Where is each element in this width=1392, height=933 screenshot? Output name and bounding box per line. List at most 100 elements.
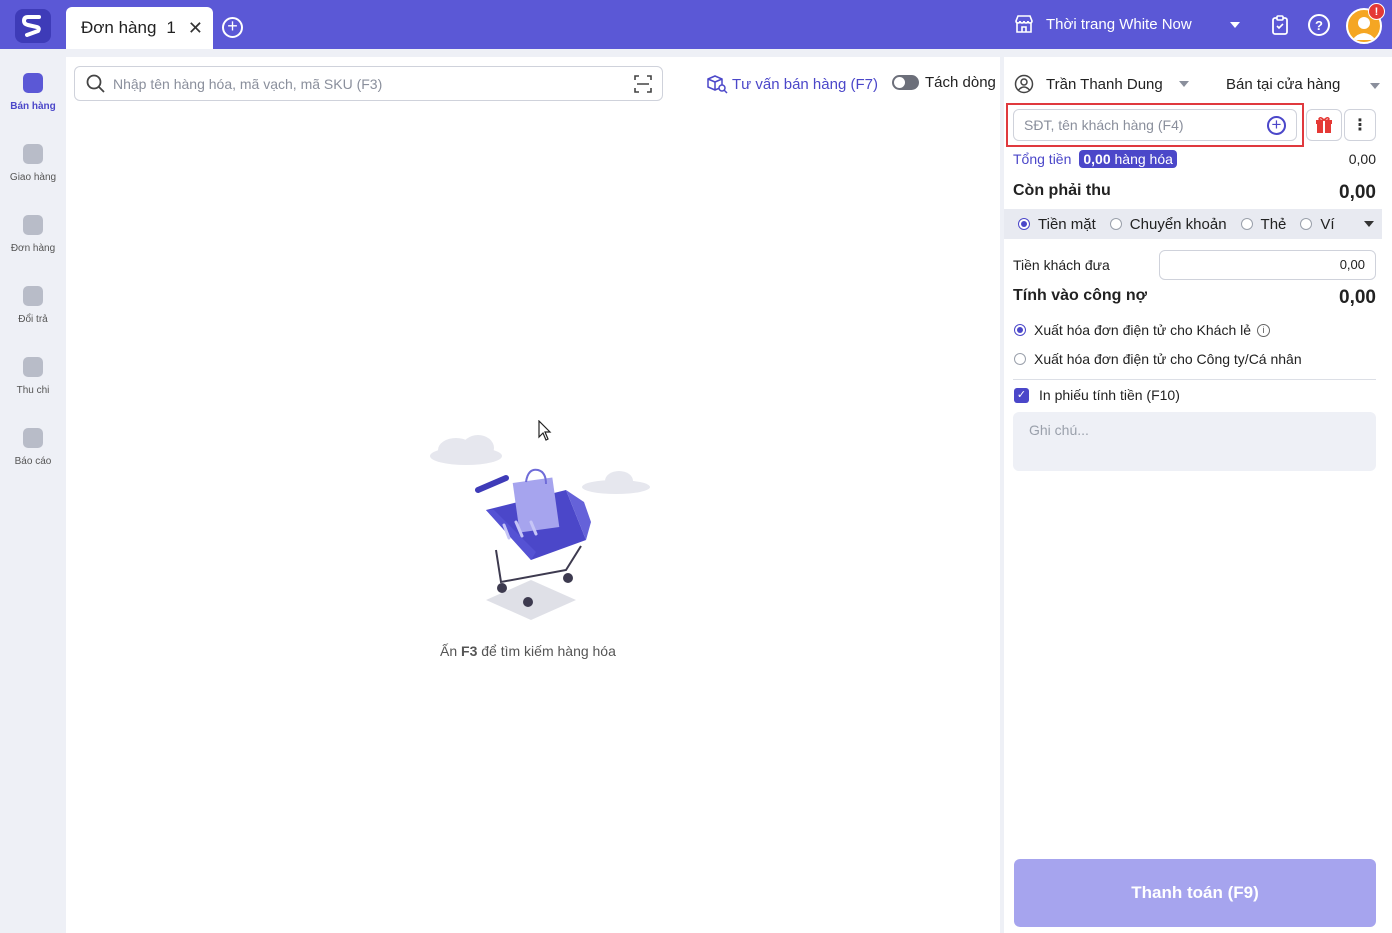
sidebar-item-delivery[interactable]: Giao hàng <box>0 144 66 183</box>
empty-hint-suffix: để tìm kiếm hàng hóa <box>477 643 616 659</box>
payment-label: Ví <box>1320 215 1335 233</box>
chart-icon <box>23 428 43 448</box>
checkout-button[interactable]: Thanh toán (F9) <box>1014 859 1376 927</box>
payment-card[interactable]: Thẻ <box>1240 215 1287 233</box>
divider <box>1013 379 1376 380</box>
promotion-button[interactable] <box>1306 109 1342 141</box>
document-icon <box>23 215 43 235</box>
more-options-icon[interactable]: ⋮ <box>1344 109 1376 141</box>
search-icon <box>86 74 105 93</box>
invoice-option-company[interactable]: Xuất hóa đơn điện tử cho Công ty/Cá nhân <box>1014 351 1302 367</box>
due-label: Còn phải thu <box>1013 182 1111 199</box>
chevron-down-icon <box>1178 81 1189 87</box>
cash-icon <box>23 357 43 377</box>
payment-methods: Tiền mặt Chuyển khoản Thẻ Ví <box>1004 209 1382 239</box>
radio[interactable] <box>1240 218 1253 230</box>
tab-label: Đơn hàng <box>81 18 157 37</box>
quantity-badge: 0,00 hàng hóa <box>1079 150 1177 168</box>
chevron-down-icon <box>1230 22 1240 28</box>
user-icon <box>1014 74 1034 94</box>
sidebar-item-label: Giao hàng <box>9 172 57 183</box>
radio-selected[interactable] <box>1018 218 1030 230</box>
print-label: In phiếu tính tiền (F10) <box>1039 387 1180 403</box>
store-icon <box>1015 15 1033 33</box>
chevron-down-icon[interactable] <box>1364 221 1374 227</box>
invoice-label: Xuất hóa đơn điện tử cho Công ty/Cá nhân <box>1034 351 1302 367</box>
sidebar-item-label: Bán hàng <box>10 101 56 112</box>
radio[interactable] <box>1109 218 1122 230</box>
sales-channel-selector[interactable]: Bán tại cửa hàng <box>1226 76 1381 93</box>
customer-input[interactable] <box>1024 117 1264 133</box>
channel-label: Bán tại cửa hàng <box>1226 76 1341 93</box>
logo-icon <box>22 15 41 37</box>
quantity-value: 0,00 <box>1083 151 1111 167</box>
payment-label: Tiền mặt <box>1038 215 1096 233</box>
empty-cart-illustration <box>430 435 650 620</box>
store-name: Thời trang White Now <box>1046 15 1192 33</box>
staff-selector[interactable]: Trần Thanh Dung <box>1014 74 1189 94</box>
invoice-option-retail[interactable]: Xuất hóa đơn điện tử cho Khách lẻ i <box>1014 322 1271 338</box>
invoice-label: Xuất hóa đơn điện tử cho Khách lẻ <box>1034 322 1252 338</box>
payment-label: Chuyển khoản <box>1129 215 1227 233</box>
add-tab-icon[interactable]: + <box>222 17 243 38</box>
toggle-switch[interactable] <box>892 75 919 90</box>
payment-cash[interactable]: Tiền mặt <box>1018 216 1096 233</box>
notification-badge: ! <box>1368 3 1385 20</box>
advisor-label: Tư vấn bán hàng (F7) <box>732 75 878 93</box>
amount-due-row: Còn phải thu 0,00 <box>1013 182 1376 204</box>
help-icon[interactable]: ? <box>1308 14 1330 36</box>
product-search <box>74 66 663 101</box>
tab-number: 1 <box>166 18 176 37</box>
sidebar-item-cashflow[interactable]: Thu chi <box>0 357 66 396</box>
radio[interactable] <box>1014 353 1026 365</box>
product-panel: Tư vấn bán hàng (F7) Tách dòng Ấn F3 để … <box>66 57 1000 933</box>
box-search-icon <box>707 75 728 94</box>
total-value: 0,00 <box>1348 151 1376 167</box>
search-input[interactable] <box>113 75 613 92</box>
sidebar-item-orders[interactable]: Đơn hàng <box>0 215 66 254</box>
empty-hint-key: F3 <box>461 643 478 659</box>
note-field[interactable] <box>1013 412 1376 471</box>
sidebar-item-sales[interactable]: Bán hàng <box>0 73 66 112</box>
cash-given-input[interactable]: 0,00 <box>1159 250 1376 280</box>
barcode-scan-icon[interactable] <box>634 75 652 93</box>
total-label: Tổng tiền <box>1013 151 1072 167</box>
checkbox-checked[interactable]: ✓ <box>1014 387 1029 403</box>
mouse-cursor-icon <box>538 420 552 441</box>
sidebar-item-returns[interactable]: Đổi trả <box>0 286 66 325</box>
tab-order[interactable]: Đơn hàng 1 ✕ <box>66 7 213 49</box>
radio[interactable] <box>1300 218 1313 230</box>
gift-icon <box>1316 116 1332 133</box>
app-logo[interactable] <box>15 9 51 43</box>
payment-wallet[interactable]: Ví <box>1300 215 1335 233</box>
store-selector[interactable]: Thời trang White Now <box>1014 14 1240 34</box>
debt-row: Tính vào công nợ 0,00 <box>1013 287 1376 309</box>
customer-search: + <box>1013 109 1297 141</box>
due-value: 0,00 <box>1339 182 1376 203</box>
info-icon[interactable]: i <box>1257 323 1271 337</box>
payment-transfer[interactable]: Chuyển khoản <box>1109 215 1227 233</box>
staff-name: Trần Thanh Dung <box>1046 75 1163 93</box>
sidebar-item-label: Đổi trả <box>18 314 48 325</box>
add-customer-icon[interactable]: + <box>1267 116 1286 135</box>
cart-icon <box>23 73 43 93</box>
sidebar-item-label: Thu chi <box>16 385 50 396</box>
split-label: Tách dòng <box>925 74 996 91</box>
payment-label: Thẻ <box>1260 215 1287 233</box>
radio-selected[interactable] <box>1014 324 1026 336</box>
top-bar: Đơn hàng 1 ✕ + Thời trang White Now ? ! <box>0 0 1392 49</box>
clipboard-icon[interactable] <box>1269 14 1291 36</box>
split-line-toggle[interactable]: Tách dòng <box>892 74 996 91</box>
print-receipt-option[interactable]: ✓ In phiếu tính tiền (F10) <box>1014 387 1180 403</box>
chevron-down-icon <box>1370 83 1381 89</box>
sidebar-item-reports[interactable]: Báo cáo <box>0 428 66 467</box>
quantity-unit: hàng hóa <box>1110 151 1173 167</box>
sidebar-item-label: Báo cáo <box>14 456 52 467</box>
debt-value: 0,00 <box>1339 287 1376 308</box>
empty-hint-prefix: Ấn <box>440 643 462 659</box>
truck-icon <box>23 144 43 164</box>
sales-advisor-button[interactable]: Tư vấn bán hàng (F7) <box>706 74 878 94</box>
close-icon[interactable]: ✕ <box>188 18 203 39</box>
sidebar: Bán hàng Giao hàng Đơn hàng Đổi trả Thu … <box>0 49 66 933</box>
order-panel: Trần Thanh Dung Bán tại cửa hàng + ⋮ Tổn… <box>1004 57 1392 933</box>
